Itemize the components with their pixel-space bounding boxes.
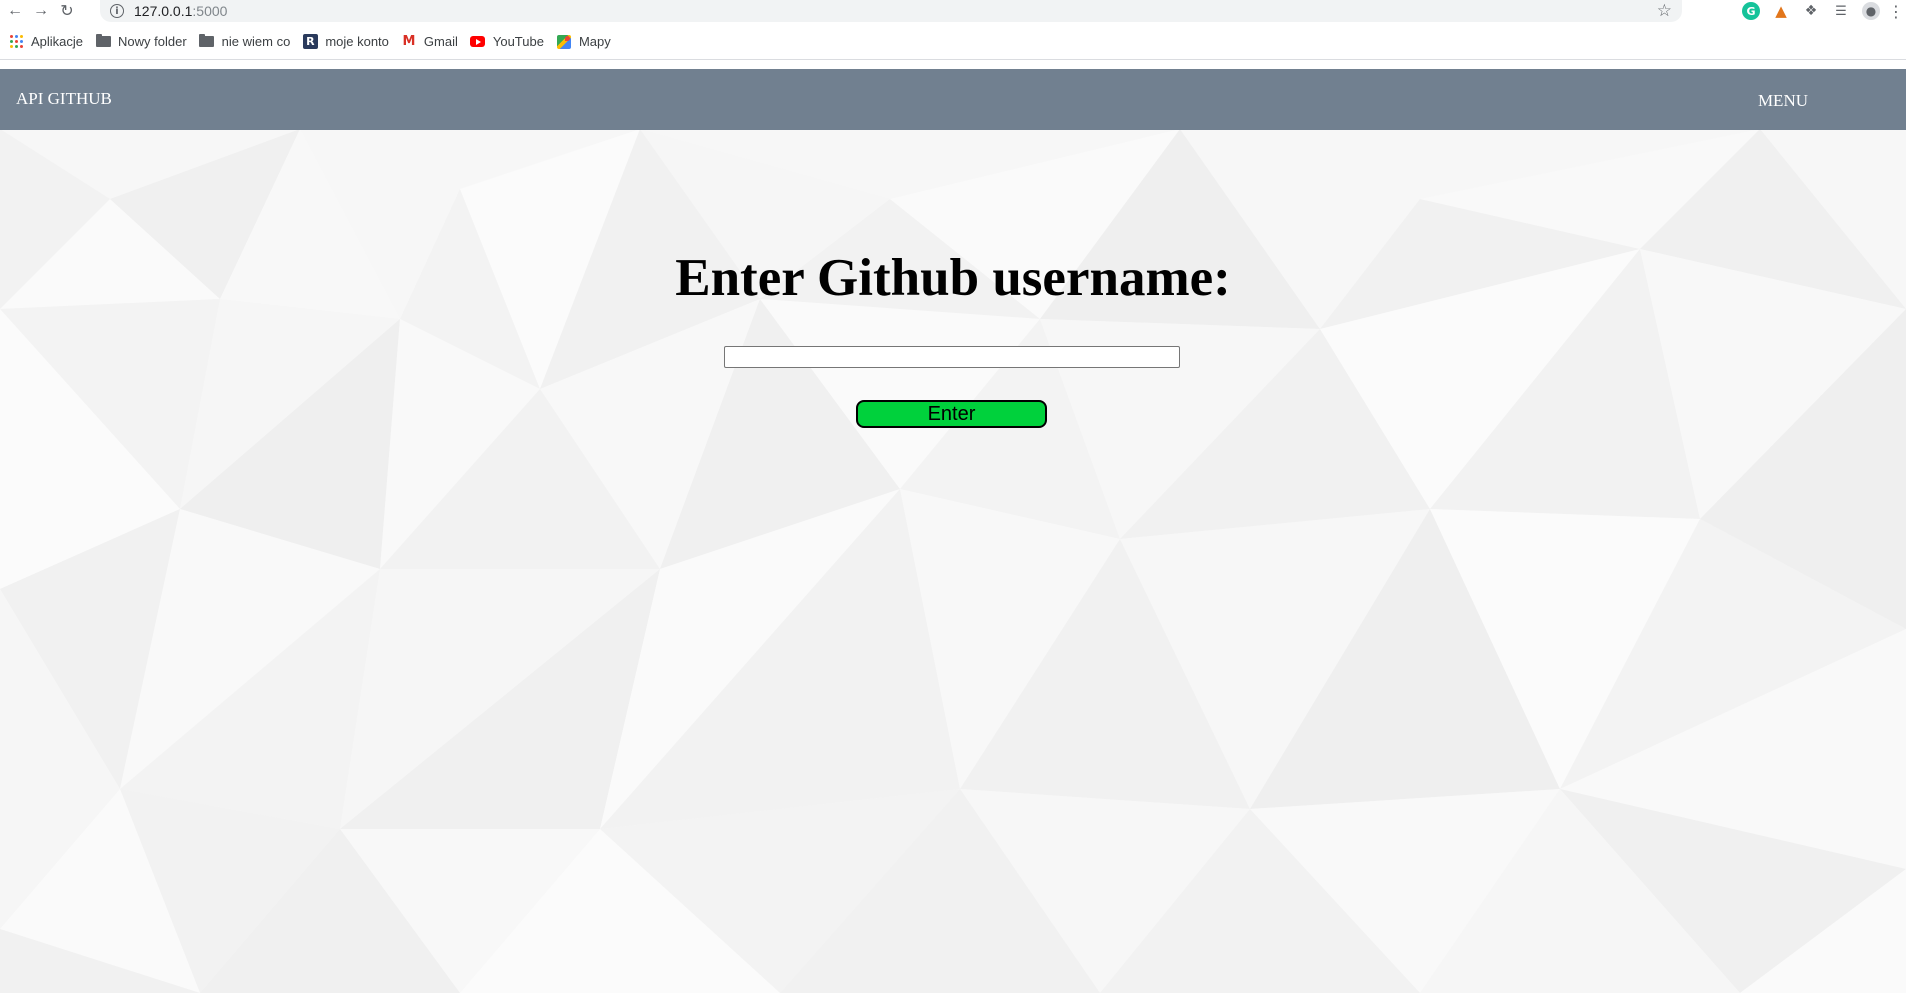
maps-icon <box>556 34 572 50</box>
r-icon: R <box>302 34 318 50</box>
bookmark-nie-wiem-co[interactable]: nie wiem co <box>197 28 301 56</box>
grammarly-extension-icon[interactable]: G <box>1742 2 1760 20</box>
page-viewport: API GITHUB MENU Enter Github username: E… <box>0 69 1906 993</box>
url-port: :5000 <box>192 3 228 19</box>
bookmark-label: Mapy <box>578 34 611 49</box>
bookmark-label: Aplikacje <box>31 34 84 49</box>
profile-avatar-icon[interactable]: ● <box>1862 2 1880 20</box>
bookmark-youtube[interactable]: YouTube <box>468 28 554 56</box>
url-host: 127.0.0.1 <box>134 3 193 19</box>
back-arrow-icon[interactable]: ← <box>4 0 26 22</box>
extensions-area: G ▲ ❖ ☰ ● ⋮ <box>1706 0 1906 22</box>
forward-arrow-icon[interactable]: → <box>30 0 52 22</box>
browser-menu-icon[interactable]: ⋮ <box>1888 2 1904 21</box>
bookmark-label: Nowy folder <box>118 34 187 49</box>
low-poly-background <box>0 129 1906 993</box>
bookmark-star-icon[interactable]: ☆ <box>1657 1 1672 21</box>
folder-icon <box>199 34 215 50</box>
browser-toolbar: ← → ↻ i 127.0.0.1:5000 ☆ G ▲ ❖ ☰ ● ⋮ <box>0 0 1906 22</box>
bookmark-moje-konto[interactable]: R moje konto <box>300 28 399 56</box>
enter-button[interactable]: Enter <box>856 400 1047 428</box>
bookmark-label: YouTube <box>492 34 544 49</box>
bookmark-label: Gmail <box>423 34 458 49</box>
site-brand-link[interactable]: API GITHUB <box>16 89 112 109</box>
extensions-puzzle-icon[interactable]: ❖ <box>1802 2 1820 20</box>
bookmark-label: moje konto <box>325 34 389 49</box>
address-bar[interactable]: i 127.0.0.1:5000 ☆ <box>100 0 1682 22</box>
apps-grid-icon <box>8 34 24 50</box>
site-navbar: API GITHUB MENU <box>0 69 1906 130</box>
youtube-icon <box>470 34 486 50</box>
reload-icon[interactable]: ↻ <box>56 0 78 22</box>
page-title: Enter Github username: <box>675 249 1231 307</box>
folder-icon <box>95 34 111 50</box>
bookmark-nowy-folder[interactable]: Nowy folder <box>93 28 197 56</box>
gmail-icon: M <box>402 34 416 49</box>
bookmark-gmail[interactable]: M Gmail <box>399 28 468 56</box>
menu-link[interactable]: MENU <box>1758 91 1808 111</box>
site-info-icon[interactable]: i <box>110 4 124 18</box>
bookmark-label: nie wiem co <box>221 34 291 49</box>
bookmark-aplikacje[interactable]: Aplikacje <box>6 28 93 56</box>
bookmarks-bar: Aplikacje Nowy folder nie wiem co R moje… <box>0 24 1906 60</box>
metamask-extension-icon[interactable]: ▲ <box>1772 2 1790 20</box>
github-username-input[interactable] <box>724 346 1180 368</box>
reading-list-icon[interactable]: ☰ <box>1832 2 1850 20</box>
bookmark-mapy[interactable]: Mapy <box>554 28 621 56</box>
